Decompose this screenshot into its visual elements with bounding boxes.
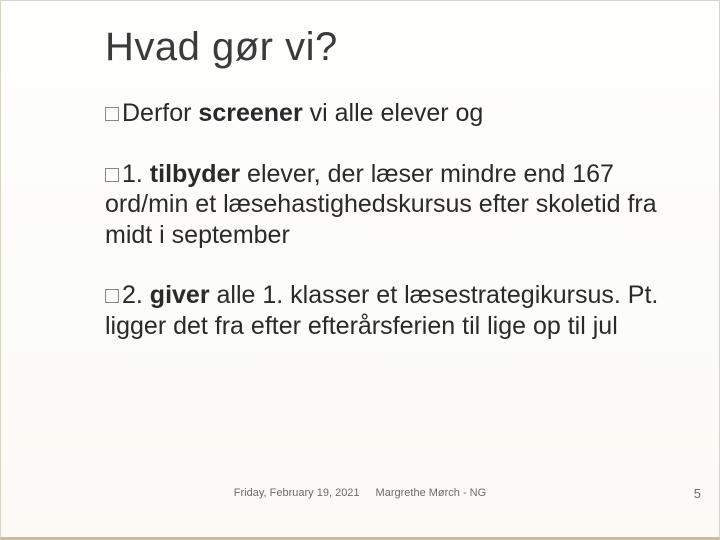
slide-body: Derfor screener vi alle elever og 1. til… (105, 98, 671, 341)
square-bullet-icon (105, 289, 119, 303)
lead-text: 1. (122, 160, 150, 188)
square-bullet-icon (105, 168, 119, 182)
lead-text: 2. (122, 281, 150, 309)
bullet-item: 1. tilbyder elever, der læser mindre end… (105, 159, 665, 251)
bullet-item: 2. giver alle 1. klasser et læsestrategi… (105, 280, 665, 341)
page-number: 5 (694, 486, 701, 501)
footer-author: Margrethe Mørch - NG (376, 487, 487, 499)
bold-text: screener (198, 99, 302, 127)
lead-text: Derfor (122, 99, 191, 127)
footer: Friday, February 19, 2021 Margrethe Mørch… (1, 487, 719, 499)
square-bullet-icon (105, 107, 119, 121)
bold-text: tilbyder (150, 160, 240, 188)
slide-title: Hvad gør vi? (105, 25, 671, 70)
rest-text: vi alle elever og (303, 99, 484, 127)
bold-text: giver (150, 281, 210, 309)
bullet-item: Derfor screener vi alle elever og (105, 98, 665, 129)
footer-date: Friday, February 19, 2021 (234, 487, 360, 499)
slide: Hvad gør vi? Derfor screener vi alle ele… (0, 0, 720, 540)
